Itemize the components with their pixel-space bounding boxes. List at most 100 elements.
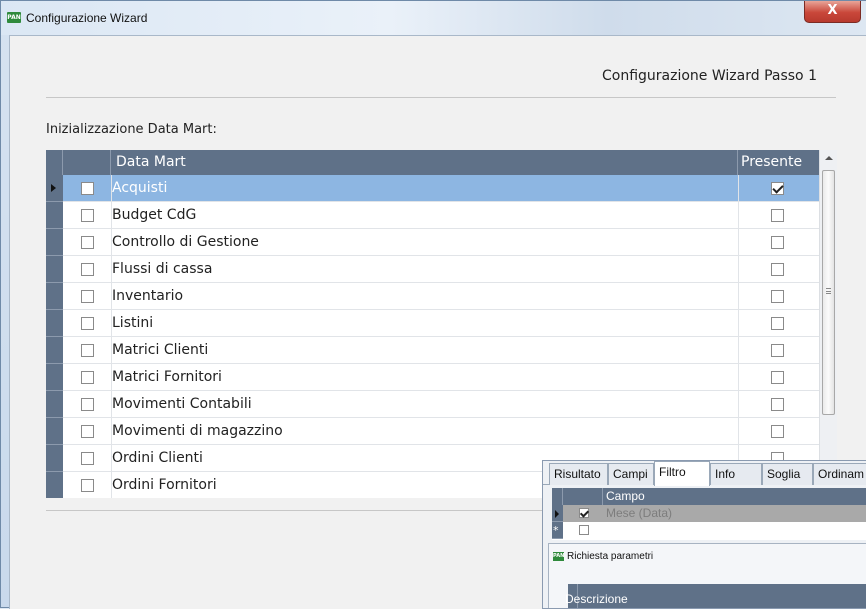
table-row[interactable]: Matrici Clienti (46, 337, 819, 364)
close-button[interactable]: X (804, 1, 861, 23)
grid-header: Data Mart Presente (46, 150, 819, 175)
column-header-data-mart[interactable]: Data Mart (111, 150, 738, 175)
tab-campi[interactable]: Campi (608, 463, 654, 485)
row-header[interactable] (46, 310, 63, 337)
filter-corner (552, 488, 563, 505)
row-header[interactable] (46, 391, 63, 418)
data-mart-label: Ordini Clienti (112, 450, 203, 466)
window-title: Configurazione Wizard (26, 11, 148, 25)
filter-row[interactable]: Mese (Data) (552, 505, 866, 522)
current-row-arrow-icon (51, 184, 56, 192)
query-panel: Risultato Campi Filtro Info Soglia Ordin… (542, 460, 866, 609)
title-bar[interactable]: PAN Configurazione Wizard X (1, 1, 866, 35)
scroll-up-arrow-icon[interactable] (825, 156, 833, 160)
header-divider (46, 97, 836, 98)
select-checkbox[interactable] (81, 209, 94, 222)
select-checkbox[interactable] (81, 371, 94, 384)
presente-checkbox[interactable] (771, 398, 784, 411)
presente-checkbox[interactable] (771, 290, 784, 303)
filter-new-row[interactable]: * (552, 522, 866, 539)
data-mart-label: Matrici Fornitori (112, 369, 222, 385)
current-row-arrow-icon (555, 510, 559, 518)
row-header[interactable] (46, 256, 63, 283)
data-mart-label: Inventario (112, 288, 184, 304)
presente-checkbox[interactable] (771, 425, 784, 438)
data-mart-label: Ordini Fornitori (112, 477, 217, 493)
row-header[interactable] (46, 229, 63, 256)
presente-checkbox[interactable] (771, 344, 784, 357)
cell-divider (738, 175, 739, 202)
column-header-campo[interactable]: Campo (603, 488, 866, 505)
row-header (552, 505, 563, 522)
row-header[interactable] (46, 364, 63, 391)
column-header-presente[interactable]: Presente (738, 150, 819, 175)
tab-soglia[interactable]: Soglia (762, 463, 813, 485)
row-header[interactable] (46, 175, 63, 202)
select-checkbox[interactable] (81, 182, 94, 195)
step-title: Configurazione Wizard Passo 1 (602, 68, 817, 84)
column-header-descrizione[interactable]: Descrizione (565, 592, 628, 606)
scrollbar-thumb[interactable] (822, 170, 835, 415)
query-tabs: Risultato Campi Filtro Info Soglia Ordin… (543, 461, 866, 486)
filter-grid-header: Campo (552, 488, 866, 505)
row-header: * (552, 522, 563, 539)
cell-divider (738, 391, 739, 418)
row-header-corner (46, 150, 63, 175)
filter-row-checkbox[interactable] (579, 508, 589, 518)
tab-filtro[interactable]: Filtro (654, 461, 710, 486)
data-mart-label: Matrici Clienti (112, 342, 209, 358)
filter-grid[interactable]: Campo Mese (Data) * (552, 488, 866, 540)
app-logo-icon: PAN (7, 12, 21, 23)
select-checkbox[interactable] (81, 317, 94, 330)
filter-select-header (563, 488, 603, 505)
select-column-header[interactable] (63, 150, 111, 175)
grip-icon (826, 288, 831, 294)
data-mart-label: Movimenti di magazzino (112, 423, 283, 439)
vertical-scrollbar[interactable] (819, 150, 837, 498)
select-checkbox[interactable] (81, 425, 94, 438)
tab-ordinamento[interactable]: Ordinam (813, 463, 866, 485)
parameters-dialog: PAN Richiesta parametri Descrizione (548, 543, 866, 608)
cell-divider (738, 283, 739, 310)
row-header[interactable] (46, 337, 63, 364)
section-label: Inizializzazione Data Mart: (46, 122, 217, 137)
data-mart-label: Acquisti (112, 180, 168, 196)
tab-risultato[interactable]: Risultato (549, 463, 608, 485)
filter-row-label: Mese (Data) (606, 506, 673, 520)
presente-checkbox[interactable] (771, 236, 784, 249)
table-row[interactable]: Movimenti di magazzino (46, 418, 819, 445)
row-header[interactable] (46, 283, 63, 310)
table-row[interactable]: Budget CdG (46, 202, 819, 229)
data-mart-label: Flussi di cassa (112, 261, 213, 277)
row-header[interactable] (46, 445, 63, 472)
table-row[interactable]: Flussi di cassa (46, 256, 819, 283)
table-row[interactable]: Acquisti (46, 175, 819, 202)
presente-checkbox[interactable] (771, 317, 784, 330)
presente-checkbox[interactable] (771, 371, 784, 384)
select-checkbox[interactable] (81, 398, 94, 411)
cell-divider (738, 418, 739, 445)
data-mart-grid[interactable]: Data Mart Presente Acquisti Budget CdG Con… (46, 150, 837, 498)
table-row[interactable]: Matrici Fornitori (46, 364, 819, 391)
presente-checkbox[interactable] (771, 182, 784, 195)
table-row[interactable]: Listini (46, 310, 819, 337)
select-checkbox[interactable] (81, 344, 94, 357)
footer-divider (46, 510, 546, 511)
select-checkbox[interactable] (81, 290, 94, 303)
presente-checkbox[interactable] (771, 263, 784, 276)
table-row[interactable]: Movimenti Contabili (46, 391, 819, 418)
table-row[interactable]: Inventario (46, 283, 819, 310)
select-checkbox[interactable] (81, 479, 94, 492)
table-row[interactable]: Controllo di Gestione (46, 229, 819, 256)
row-header[interactable] (46, 472, 63, 498)
row-header[interactable] (46, 202, 63, 229)
select-checkbox[interactable] (81, 452, 94, 465)
presente-checkbox[interactable] (771, 209, 784, 222)
filter-new-row-checkbox[interactable] (579, 525, 589, 535)
data-mart-label: Controllo di Gestione (112, 234, 259, 250)
data-mart-label: Budget CdG (112, 207, 197, 223)
select-checkbox[interactable] (81, 263, 94, 276)
row-header[interactable] (46, 418, 63, 445)
tab-info[interactable]: Info (710, 463, 762, 485)
select-checkbox[interactable] (81, 236, 94, 249)
